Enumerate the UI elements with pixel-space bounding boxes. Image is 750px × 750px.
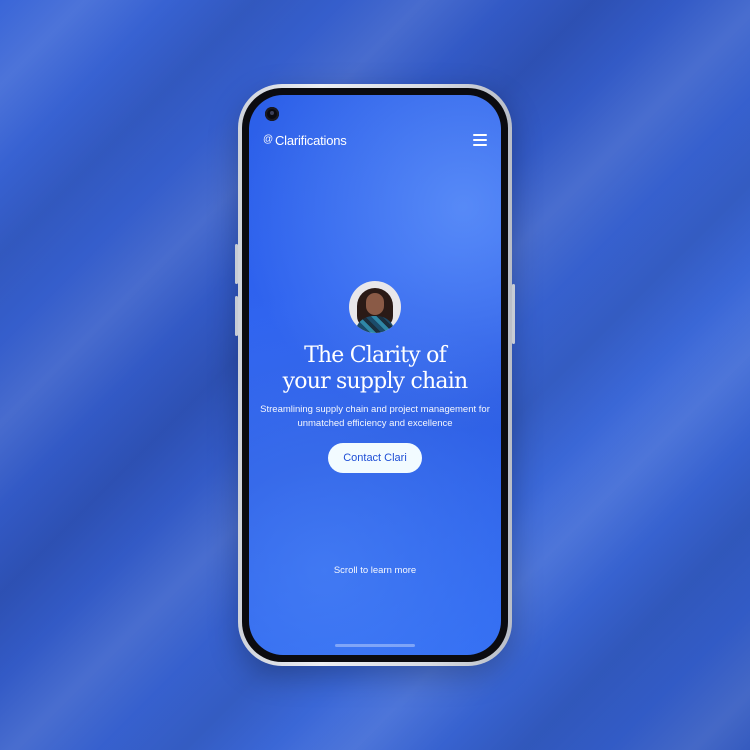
top-nav: @ Clarifications: [263, 132, 487, 148]
contact-clari-button[interactable]: Contact Clari: [328, 443, 422, 473]
scroll-hint[interactable]: Scroll to learn more: [249, 565, 501, 576]
avatar-face: [366, 293, 384, 315]
brand-name: Clarifications: [274, 132, 347, 148]
phone-volume-up-button: [235, 244, 238, 284]
brand-at-icon: @: [263, 134, 273, 145]
hamburger-menu-icon[interactable]: [473, 134, 487, 146]
hero-subtitle-line-1: Streamlining supply chain and project ma…: [260, 404, 490, 415]
phone-mockup: @ Clarifications The Clarity of your sup…: [235, 84, 515, 666]
hero-subtitle: Streamlining supply chain and project ma…: [260, 403, 490, 431]
brand-logo[interactable]: @ Clarifications: [263, 133, 347, 148]
hero-section: The Clarity of your supply chain Streaml…: [249, 281, 501, 473]
hero-headline-line-1: The Clarity of: [304, 343, 447, 368]
hero-headline-line-2: your supply chain: [282, 369, 468, 394]
phone-screen: @ Clarifications The Clarity of your sup…: [249, 95, 501, 655]
profile-avatar: [349, 281, 401, 333]
menu-icon-line: [473, 139, 487, 141]
hero-headline: The Clarity of your supply chain: [283, 343, 468, 395]
phone-power-button: [512, 284, 515, 344]
front-camera-icon: [265, 107, 279, 121]
hero-subtitle-line-2: unmatched efficiency and excellence: [297, 418, 453, 429]
menu-icon-line: [473, 144, 487, 146]
phone-volume-down-button: [235, 296, 238, 336]
phone-bezel: @ Clarifications The Clarity of your sup…: [242, 88, 508, 662]
home-indicator: [335, 644, 415, 647]
menu-icon-line: [473, 134, 487, 136]
